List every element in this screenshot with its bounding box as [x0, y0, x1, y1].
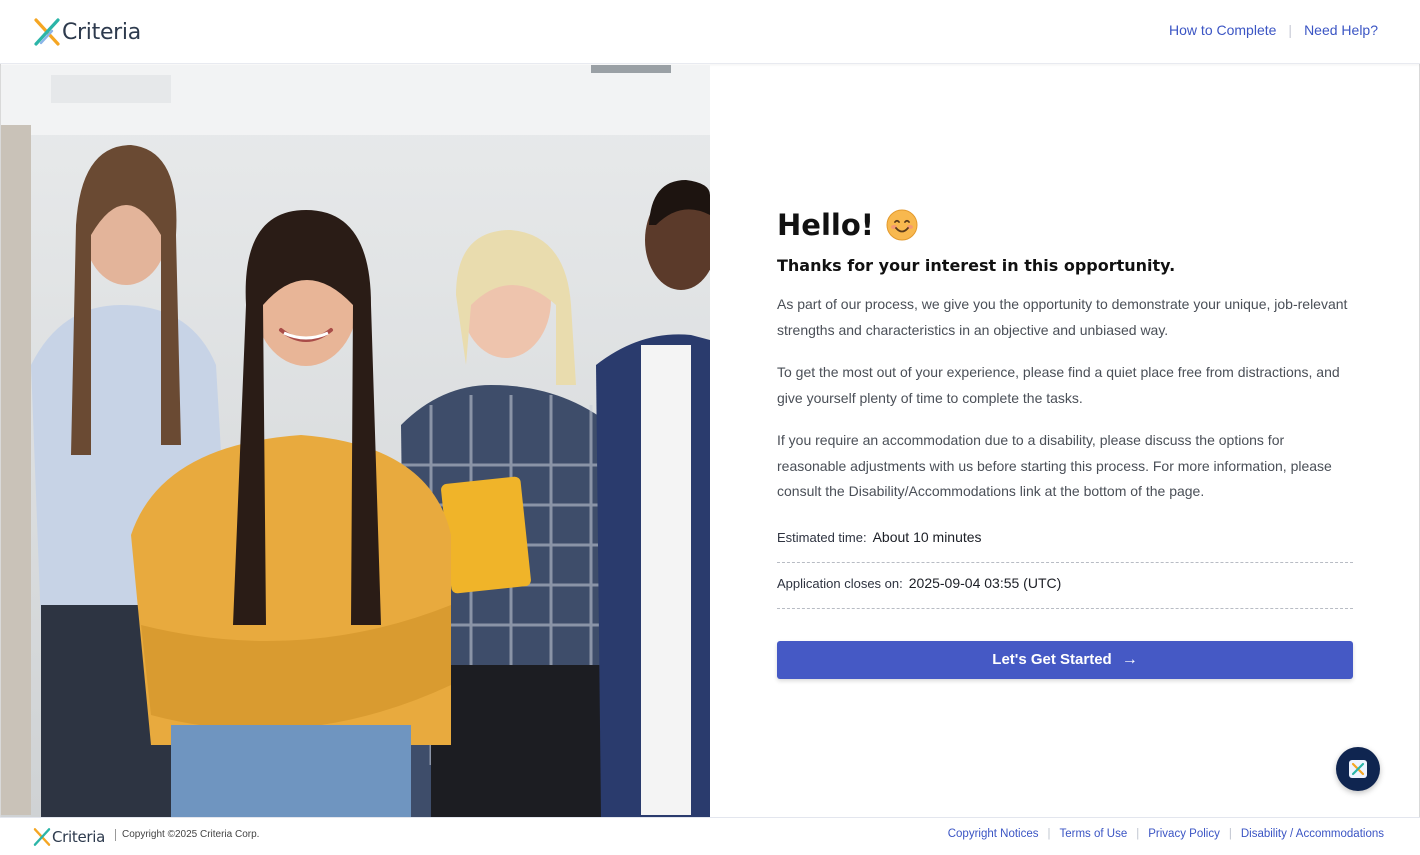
closes-on-row: Application closes on: 2025-09-04 03:55 … [777, 563, 1353, 609]
footer-logo-text: Criteria [52, 828, 106, 846]
get-started-label: Let's Get Started [992, 651, 1112, 668]
page-footer: Criteria Copyright ©2025 Criteria Corp. … [0, 817, 1420, 855]
estimated-time-row: Estimated time: About 10 minutes [777, 517, 1353, 563]
intro-paragraph: As part of our process, we give you the … [777, 296, 1348, 338]
header-nav: How to Complete | Need Help? [1169, 22, 1378, 38]
hero-team-photo [1, 65, 710, 817]
welcome-content: Hello! Thanks for your interest in this … [777, 205, 1353, 679]
chat-widget-icon [1349, 760, 1367, 778]
estimated-time-value: About 10 minutes [872, 528, 982, 545]
footer-separator: | [1136, 828, 1140, 840]
criteria-x-logo-icon [34, 18, 60, 46]
footer-logo[interactable]: Criteria [33, 827, 105, 847]
need-help-link[interactable]: Need Help? [1304, 22, 1378, 38]
logo-text: Criteria [62, 19, 141, 45]
how-to-complete-link[interactable]: How to Complete [1169, 22, 1276, 38]
estimated-time-label: Estimated time: [777, 529, 867, 545]
disability-accommodations-link[interactable]: Disability / Accommodations [1241, 828, 1384, 840]
arrow-right-icon: → [1121, 650, 1138, 668]
criteria-logo[interactable]: Criteria [33, 16, 141, 48]
preparation-paragraph: To get the most out of your experience, … [777, 364, 1340, 406]
privacy-policy-link[interactable]: Privacy Policy [1148, 828, 1220, 840]
footer-separator: | [1228, 828, 1232, 840]
accommodation-paragraph: If you require an accommodation due to a… [777, 432, 1332, 499]
terms-of-use-link[interactable]: Terms of Use [1060, 828, 1128, 840]
top-header: Criteria How to Complete | Need Help? [0, 0, 1420, 64]
smiling-face-icon [886, 209, 918, 241]
header-separator: | [1288, 22, 1293, 38]
criteria-x-logo-icon [33, 828, 51, 846]
closes-on-value: 2025-09-04 03:55 (UTC) [908, 574, 1062, 591]
greeting-text: Hello! [777, 208, 874, 242]
subtitle: Thanks for your interest in this opportu… [777, 256, 1176, 275]
closes-on-label: Application closes on: [777, 575, 903, 591]
footer-nav: Copyright Notices | Terms of Use | Priva… [948, 828, 1384, 840]
copyright-text: Copyright ©2025 Criteria Corp. [115, 829, 259, 841]
copyright-notices-link[interactable]: Copyright Notices [948, 828, 1039, 840]
get-started-button[interactable]: Let's Get Started → [777, 640, 1353, 679]
footer-separator: | [1047, 828, 1051, 840]
greeting-heading: Hello! [777, 205, 1353, 245]
chat-widget-button[interactable] [1336, 747, 1380, 791]
